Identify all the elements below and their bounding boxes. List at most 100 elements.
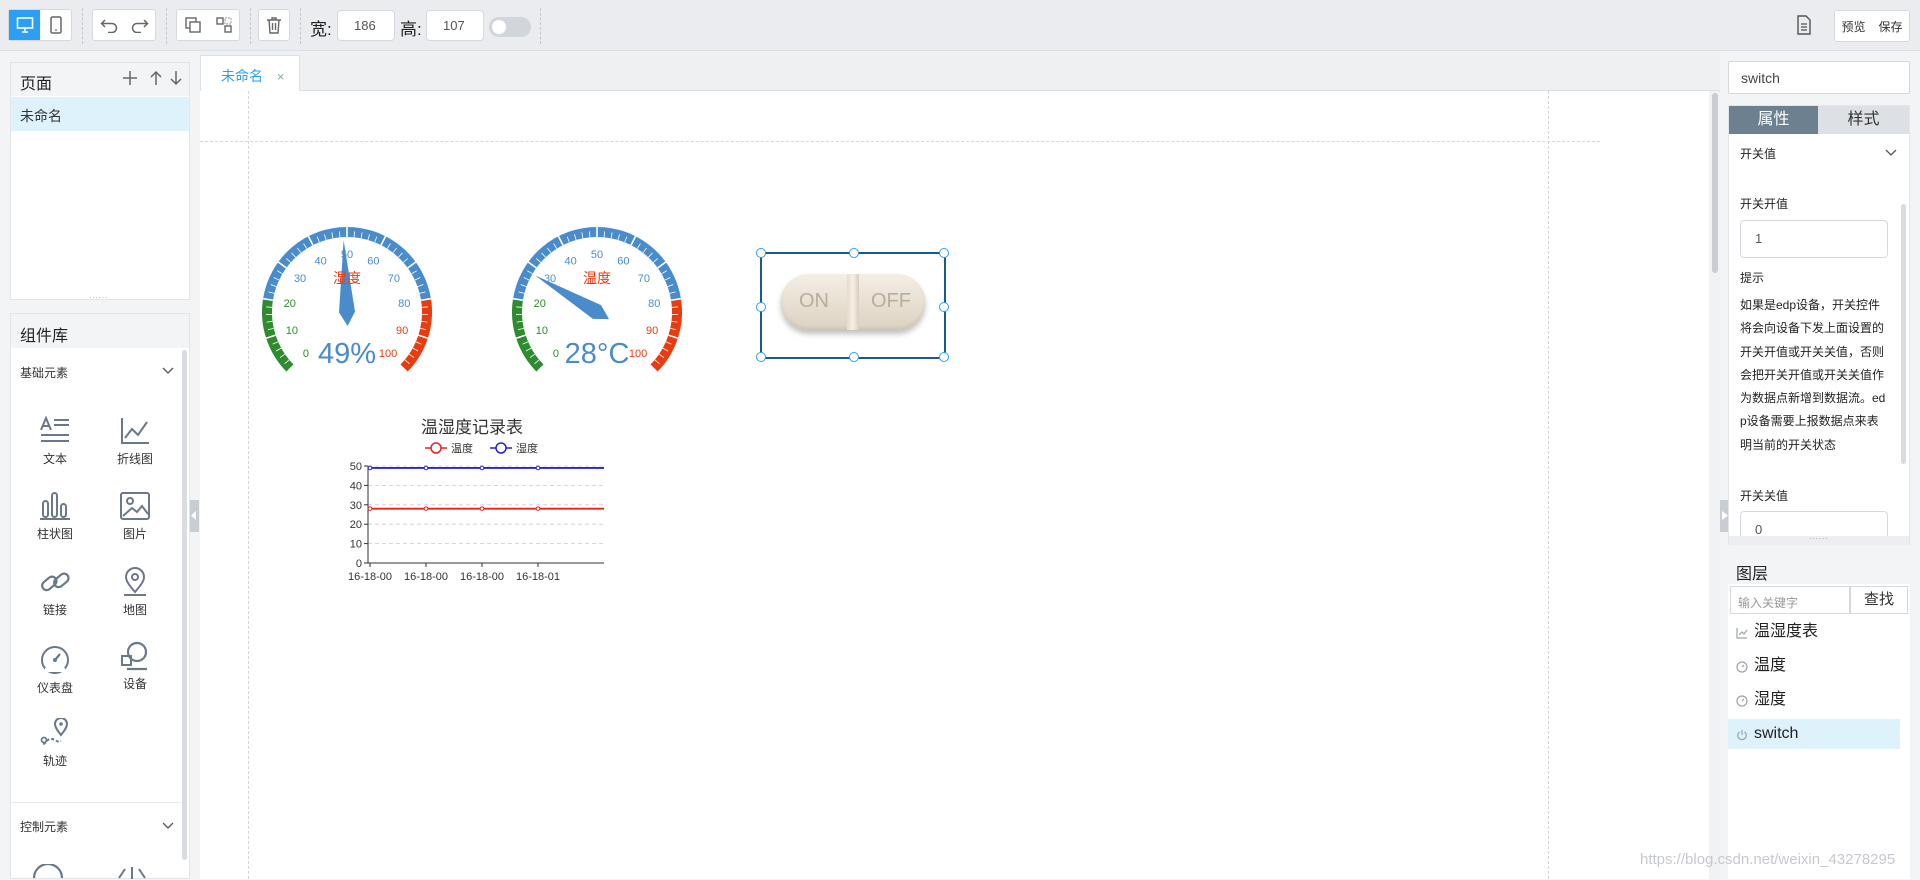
guide-line — [200, 141, 1600, 142]
button-icon[interactable] — [115, 866, 149, 880]
lock-ratio-toggle[interactable] — [489, 17, 531, 37]
arrow-down-icon — [169, 69, 183, 87]
save-button[interactable]: 保存 — [1878, 18, 1902, 35]
divider — [300, 8, 301, 44]
y-tick-label: 20 — [350, 519, 362, 531]
device-switch — [8, 9, 72, 41]
chevron-down-icon[interactable] — [162, 367, 174, 375]
component-device[interactable]: 设备 — [100, 641, 170, 692]
resize-handle[interactable] — [939, 352, 949, 362]
properties-scrollbar[interactable] — [1901, 204, 1906, 464]
canvas-scrollbar[interactable] — [1712, 93, 1718, 273]
document-icon — [1796, 15, 1812, 35]
component-text[interactable]: 文本 — [20, 416, 90, 467]
switch-body[interactable]: ON OFF — [781, 274, 925, 330]
gauge-icon — [39, 645, 71, 675]
design-canvas[interactable]: 0102030405060708090100 湿度 49% 0102030405… — [200, 91, 1720, 879]
on-value-label: 开关开值 — [1740, 195, 1788, 212]
redo-button[interactable] — [124, 10, 155, 40]
divider — [166, 8, 167, 44]
properties-panel: 属性 样式 开关值 开关开值 1 提示 如果是edp设备，开关控件将会向设备下发… — [1728, 105, 1910, 545]
resize-handle[interactable] — [939, 302, 949, 312]
close-icon[interactable]: × — [277, 69, 285, 84]
move-up-button[interactable] — [149, 69, 163, 90]
gauge-temperature[interactable]: 0102030405060708090100 温度 28°C — [507, 216, 687, 386]
component-link[interactable]: 链接 — [20, 567, 90, 618]
tab-properties[interactable]: 属性 — [1729, 106, 1818, 134]
resize-handle[interactable] — [849, 352, 859, 362]
divider — [540, 8, 541, 44]
copy-button[interactable] — [177, 10, 208, 40]
x-tick-label: 16-18-00 — [404, 571, 448, 583]
data-point — [480, 507, 484, 511]
library-scrollbar[interactable] — [182, 350, 187, 860]
library-title: 组件库 — [20, 322, 68, 346]
layer-search-button[interactable]: 查找 — [1850, 586, 1908, 614]
resize-grip[interactable]: ...... — [1809, 532, 1828, 541]
page-settings-button[interactable] — [1796, 15, 1812, 38]
layer-item-humidity[interactable]: 湿度 — [1728, 685, 1900, 715]
resize-handle[interactable] — [756, 352, 766, 362]
layer-item-switch[interactable]: switch — [1728, 719, 1900, 749]
line-chart-icon — [119, 416, 151, 446]
undo-button[interactable] — [93, 10, 124, 40]
delete-button[interactable] — [259, 10, 289, 40]
layer-item-temperature[interactable]: 温度 — [1728, 651, 1900, 681]
knob-icon[interactable] — [31, 864, 65, 880]
link-icon — [39, 567, 71, 597]
layer-search-input[interactable]: 输入关键字 — [1730, 586, 1850, 614]
component-image[interactable]: 图片 — [100, 491, 170, 542]
resize-handle[interactable] — [756, 248, 766, 258]
on-value-input[interactable]: 1 — [1740, 220, 1888, 258]
chevron-down-icon[interactable] — [1885, 149, 1897, 157]
y-tick-label: 0 — [356, 558, 362, 570]
switch-component[interactable]: ON OFF — [760, 252, 946, 359]
page-item[interactable]: 未命名 — [11, 97, 189, 131]
chevron-down-icon[interactable] — [162, 822, 174, 830]
y-tick-label: 10 — [350, 539, 362, 551]
left-collapse-handle[interactable] — [190, 500, 199, 532]
add-page-button[interactable] — [121, 69, 139, 90]
pages-title: 页面 — [20, 70, 52, 94]
gauge-value: 28°C — [507, 338, 687, 371]
copy-icon — [184, 16, 202, 34]
component-map[interactable]: 地图 — [100, 567, 170, 618]
editor-tabs: 未命名 × — [200, 51, 1720, 91]
gauge-tick-label: 20 — [534, 298, 546, 310]
layer-item-chart[interactable]: 温湿度表 — [1728, 617, 1900, 647]
height-input[interactable]: 107 — [426, 10, 484, 41]
width-input[interactable]: 186 — [337, 10, 395, 41]
data-point — [424, 507, 428, 511]
gauge-value: 49% — [257, 338, 437, 371]
component-search-input[interactable]: switch — [1728, 61, 1910, 94]
component-gauge[interactable]: 仪表盘 — [20, 645, 90, 696]
component-track[interactable]: 轨迹 — [20, 718, 90, 769]
desktop-view-button[interactable] — [9, 10, 40, 40]
group-button[interactable] — [208, 10, 239, 40]
mobile-view-button[interactable] — [40, 10, 71, 40]
component-label: 文本 — [43, 452, 67, 466]
gauge-title: 湿度 — [257, 268, 437, 288]
component-bar-chart[interactable]: 柱状图 — [20, 491, 90, 542]
tab-style[interactable]: 样式 — [1818, 106, 1909, 134]
data-point — [480, 466, 484, 470]
component-line-chart[interactable]: 折线图 — [100, 416, 170, 467]
gauge-tick — [589, 231, 590, 237]
trash-icon — [266, 16, 282, 34]
gauge-humidity[interactable]: 0102030405060708090100 湿度 49% — [257, 216, 437, 386]
gauge-band-mid — [518, 232, 676, 299]
gauge-tick-label: 60 — [367, 255, 379, 267]
device-icon — [119, 641, 151, 671]
chart-temp-humidity[interactable]: 温湿度记录表温度湿度0102030405016-18-0016-18-0016-… — [320, 411, 620, 601]
preview-button[interactable]: 预览 — [1841, 18, 1865, 35]
resize-grip[interactable]: ...... — [89, 291, 108, 300]
x-tick-label: 16-18-00 — [348, 571, 392, 583]
resize-handle[interactable] — [756, 302, 766, 312]
gauge-tick-label: 60 — [617, 255, 629, 267]
resize-handle[interactable] — [939, 248, 949, 258]
tab-untitled[interactable]: 未命名 × — [200, 55, 300, 91]
gauge-tick-label: 80 — [648, 298, 660, 310]
resize-handle[interactable] — [849, 248, 859, 258]
legend-label: 湿度 — [516, 441, 538, 455]
move-down-button[interactable] — [169, 69, 183, 90]
